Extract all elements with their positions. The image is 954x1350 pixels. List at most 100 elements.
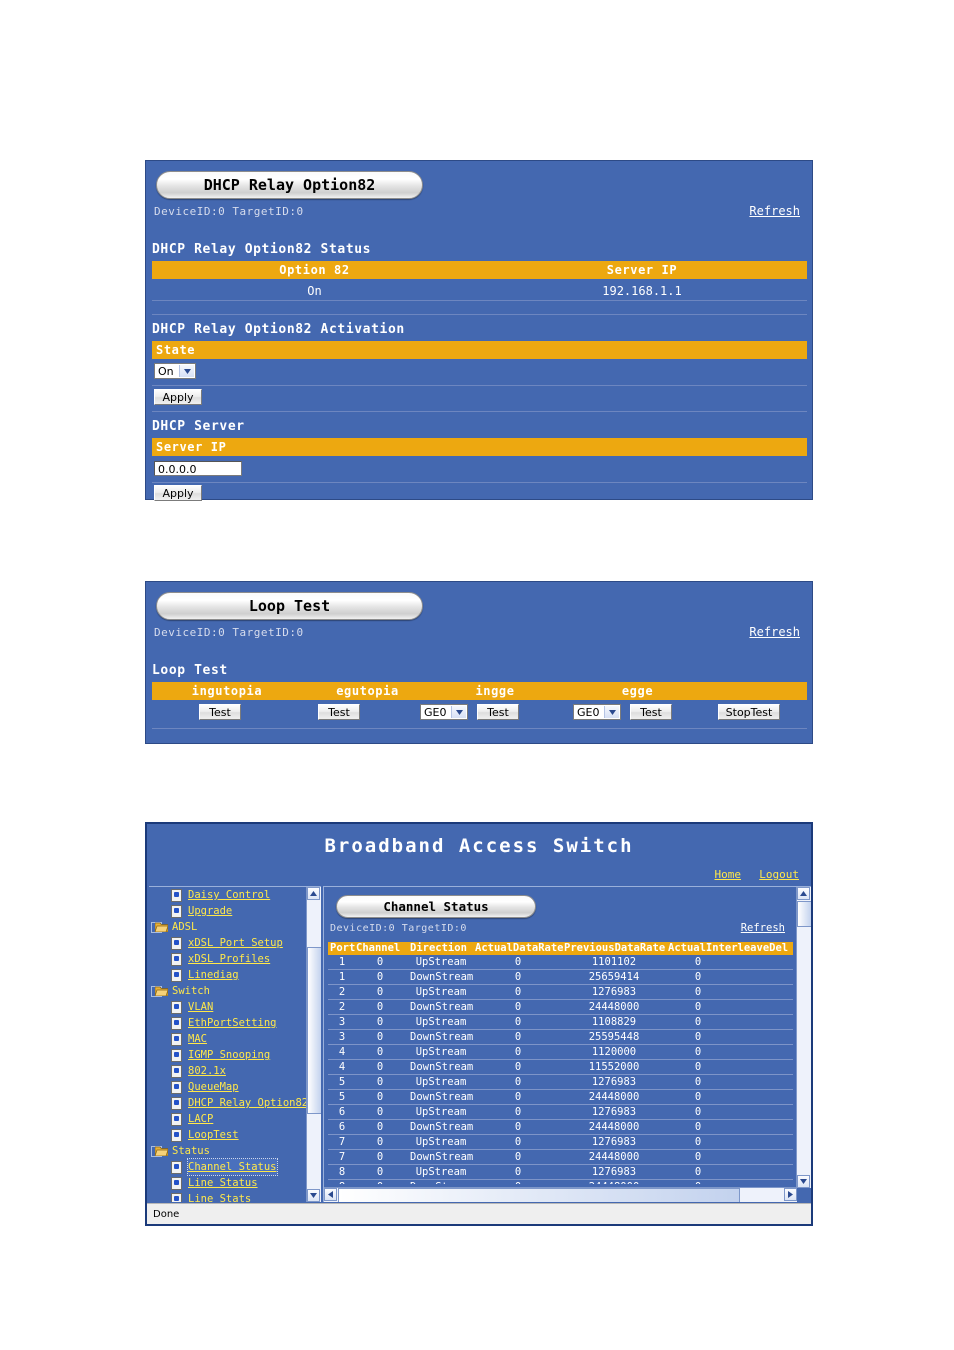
tree-item-vlan[interactable]: VLAN [149,999,321,1015]
table-cell: 6 [338,1121,346,1133]
ingge-port-select[interactable]: GE0 [420,704,468,720]
tree-item-label[interactable]: EthPortSetting [188,1015,277,1031]
home-link[interactable]: Home [715,868,742,881]
tree-item-queuemap[interactable]: QueueMap [149,1079,321,1095]
tree-item-label[interactable]: LoopTest [188,1127,239,1143]
content-hscroll-thumb[interactable] [338,1188,740,1202]
content-scroll-thumb[interactable] [797,901,811,927]
ingutopia-test-button[interactable]: Test [199,704,241,720]
chevron-down-icon [604,706,619,718]
tree-item-label[interactable]: DHCP Relay Option82 [188,1095,308,1111]
tree-item-xdsl-profiles[interactable]: xDSL Profiles [149,951,321,967]
tree-item-label[interactable]: QueueMap [188,1079,239,1095]
activation-apply-button[interactable]: Apply [154,389,202,405]
navigation-tree[interactable]: Daisy ControlUpgrade-ADSLxDSL Port Setup… [149,886,321,1202]
panel3-title-text: Channel Status [383,899,489,914]
table-cell: 0 [514,986,522,998]
panel1-refresh-link[interactable]: Refresh [749,204,800,218]
table-cell: DownStream [410,1091,474,1103]
state-select[interactable]: On [154,363,196,379]
panel2-refresh-link[interactable]: Refresh [749,625,800,639]
tree-item-channel-status[interactable]: Channel Status [149,1158,321,1176]
content-scroll-down-button[interactable] [797,1175,810,1188]
egutopia-test-button[interactable]: Test [318,704,360,720]
panel1-title-pill: DHCP Relay Option82 [156,171,423,199]
tree-item-label[interactable]: IGMP Snooping [188,1047,270,1063]
tree-item-label[interactable]: Line Status [188,1175,258,1191]
tree-scroll-thumb[interactable] [307,947,321,1114]
folder-icon [154,921,169,933]
tree-item-label: Switch [172,985,210,997]
table-cell: 0 [376,1031,384,1043]
panel1-divider-1 [152,313,807,315]
content-scroll-left-button[interactable] [324,1188,337,1201]
tree-item-upgrade[interactable]: Upgrade [149,903,321,919]
panel1-col-option82: Option 82 [279,263,350,277]
content-horizontal-scrollbar[interactable] [324,1187,797,1202]
table-cell: 0 [514,1151,522,1163]
tree-item-label[interactable]: Daisy Control [188,887,270,903]
table-cell: 0 [694,1016,702,1028]
ingge-port-value: GE0 [424,706,447,719]
table-cell: 1120000 [591,1046,637,1058]
tree-item-label[interactable]: LACP [188,1111,213,1127]
server-apply-button[interactable]: Apply [154,485,202,501]
tree-item-label[interactable]: Channel Status [187,1158,278,1176]
table-cell: UpStream [415,1136,467,1148]
tree-item-label[interactable]: Upgrade [188,903,232,919]
col-ingutopia: ingutopia [191,684,263,698]
tree-scroll-up-button[interactable] [307,887,320,900]
col-egge: egge [621,684,654,698]
tree-item-line-stats[interactable]: Line Stats [149,1191,321,1202]
egge-test-button[interactable]: Test [630,704,672,720]
tree-item-igmp-snooping[interactable]: IGMP Snooping [149,1047,321,1063]
tree-item-ethportsetting[interactable]: EthPortSetting [149,1015,321,1031]
logout-link[interactable]: Logout [759,868,799,881]
table-cell: 0 [694,971,702,983]
tree-item-line-status[interactable]: Line Status [149,1175,321,1191]
table-cell: DownStream [410,1001,474,1013]
tree-item-802-1x[interactable]: 802.1x [149,1063,321,1079]
loop-test-panel: Loop Test DeviceID:0 TargetID:0 Refresh … [145,581,813,744]
page-icon [171,1097,182,1110]
tree-item-label[interactable]: xDSL Port Setup [188,935,283,951]
tree-item-looptest[interactable]: LoopTest [149,1127,321,1143]
tree-item-xdsl-port-setup[interactable]: xDSL Port Setup [149,935,321,951]
tree-item-lacp[interactable]: LACP [149,1111,321,1127]
tree-item-label[interactable]: MAC [188,1031,207,1047]
table-cell: 0 [376,1106,384,1118]
tree-item-dhcp-relay-option82[interactable]: DHCP Relay Option82 [149,1095,321,1111]
panel1-device-id: DeviceID:0 TargetID:0 [154,205,304,218]
page-icon [171,1017,182,1030]
panel1-status-heading: DHCP Relay Option82 Status [152,242,372,257]
tree-item-label[interactable]: Linediag [188,967,239,983]
ch-col-previousdatarate: PreviousDataRate [564,942,666,954]
panel3-refresh-link[interactable]: Refresh [741,922,785,934]
ingge-test-button[interactable]: Test [477,704,519,720]
egge-port-select[interactable]: GE0 [573,704,621,720]
tree-scroll-down-button[interactable] [307,1189,320,1202]
content-scroll-right-button[interactable] [784,1188,797,1201]
tree-item-linediag[interactable]: Linediag [149,967,321,983]
server-ip-input[interactable]: 0.0.0.0 [154,461,242,476]
tree-item-label[interactable]: 802.1x [188,1063,226,1079]
stop-test-button[interactable]: StopTest [718,704,780,720]
tree-scrollbar[interactable] [306,887,321,1202]
table-cell: 0 [514,1106,522,1118]
egge-port-value: GE0 [577,706,600,719]
tree-item-daisy-control[interactable]: Daisy Control [149,887,321,903]
tree-item-label[interactable]: Line Stats [188,1191,251,1202]
table-cell: 0 [694,1121,702,1133]
table-cell: 0 [694,1166,702,1178]
table-cell: 3 [338,1016,346,1028]
table-cell: 0 [376,1121,384,1133]
tree-item-label[interactable]: xDSL Profiles [188,951,270,967]
tree-item-label[interactable]: VLAN [188,999,213,1015]
content-scroll-up-button[interactable] [797,887,810,900]
content-vertical-scrollbar[interactable] [796,887,811,1188]
table-cell: 0 [376,971,384,983]
tree-item-mac[interactable]: MAC [149,1031,321,1047]
table-row: 4 0 UpStream 0 1120000 0 [328,1045,793,1060]
table-cell: 0 [376,1166,384,1178]
table-cell: 25595448 [588,1031,640,1043]
